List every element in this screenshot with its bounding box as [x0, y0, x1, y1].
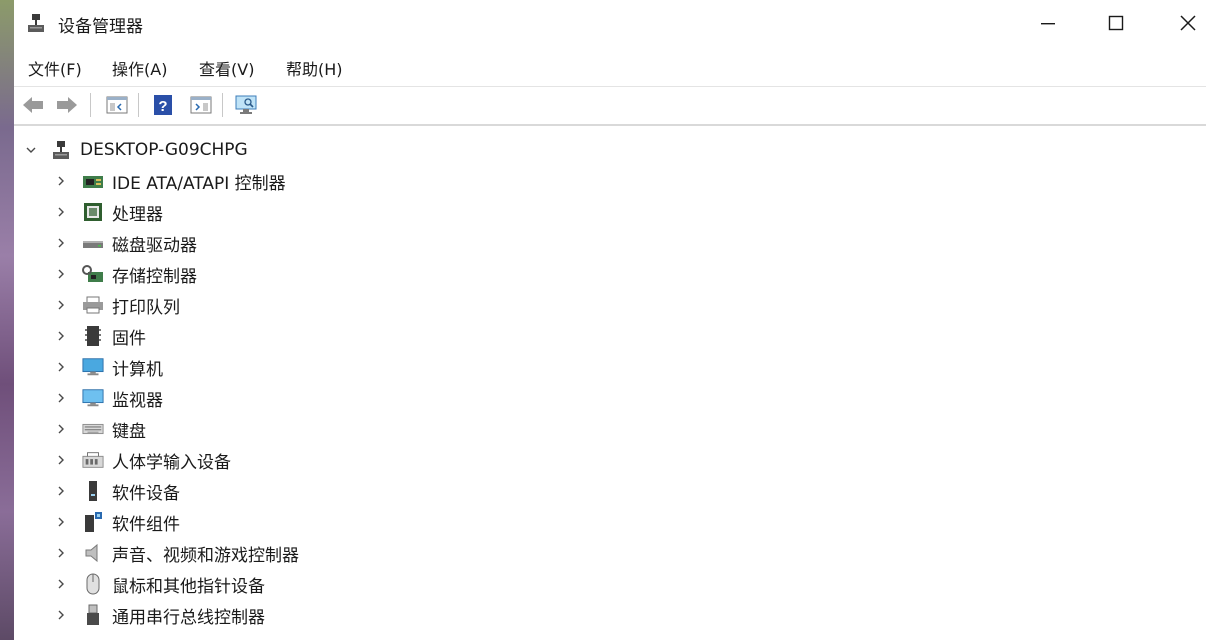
tree-item-label: 打印队列: [112, 297, 180, 318]
hid-icon: [82, 449, 104, 471]
tree-item[interactable]: 鼠标和其他指针设备: [54, 570, 265, 598]
expand-chevron-icon[interactable]: [54, 267, 68, 281]
tree-item-label: 声音、视频和游戏控制器: [112, 545, 299, 566]
forward-icon[interactable]: [54, 92, 80, 118]
tree-item[interactable]: 声音、视频和游戏控制器: [54, 539, 299, 567]
firmware-icon: [82, 325, 104, 347]
expand-chevron-icon[interactable]: [54, 205, 68, 219]
scan-hardware-changes-icon[interactable]: [234, 92, 260, 118]
collapse-chevron-icon[interactable]: [24, 143, 38, 157]
storage-controller-icon: [82, 263, 104, 285]
device-tree: DESKTOP-G09CHPG IDE ATA/ATAPI 控制器 处理器磁盘驱动…: [14, 124, 1206, 640]
tree-item[interactable]: 打印队列: [54, 291, 180, 319]
desktop-wallpaper: [0, 0, 14, 640]
window-title: 设备管理器: [58, 17, 143, 37]
software-component-icon: [82, 511, 104, 533]
device-manager-window: 设备管理器 文件(F) 操作(A) 查看(V) 帮助(H) ? DESKTOP-…: [14, 0, 1206, 640]
menu-view[interactable]: 查看(V): [199, 56, 254, 80]
computer-icon: [82, 356, 104, 378]
tree-item[interactable]: 人体学输入设备: [54, 446, 231, 474]
help-icon[interactable]: ?: [150, 92, 176, 118]
expand-chevron-icon[interactable]: [54, 577, 68, 591]
menu-bar: 文件(F) 操作(A) 查看(V) 帮助(H): [14, 48, 1206, 84]
menu-help[interactable]: 帮助(H): [286, 56, 343, 80]
expand-chevron-icon[interactable]: [54, 484, 68, 498]
tree-item[interactable]: 监视器: [54, 384, 163, 412]
tree-item-label: 鼠标和其他指针设备: [112, 576, 265, 597]
menu-file[interactable]: 文件(F): [28, 56, 82, 80]
print-queue-icon: [82, 294, 104, 316]
tree-item-label: 固件: [112, 328, 146, 349]
show-hide-console-tree-icon[interactable]: [104, 92, 130, 118]
tree-item-label: 软件设备: [112, 483, 180, 504]
usb-icon: [82, 604, 104, 626]
device-manager-app-icon: [26, 13, 46, 33]
expand-chevron-icon[interactable]: [54, 608, 68, 622]
tree-item[interactable]: 计算机: [54, 353, 163, 381]
monitor-icon: [82, 387, 104, 409]
tree-item-label: 处理器: [112, 204, 163, 225]
tree-root-label: DESKTOP-G09CHPG: [80, 140, 248, 160]
mouse-icon: [82, 573, 104, 595]
tree-item-label: 软件组件: [112, 514, 180, 535]
menu-action[interactable]: 操作(A): [112, 56, 167, 80]
expand-chevron-icon[interactable]: [54, 174, 68, 188]
toolbar-separator: [90, 93, 91, 117]
tree-item[interactable]: 固件: [54, 322, 146, 350]
tree-item-label: 磁盘驱动器: [112, 235, 197, 256]
tree-root-node[interactable]: DESKTOP-G09CHPG: [24, 136, 248, 164]
disk-drive-icon: [82, 232, 104, 254]
tree-item[interactable]: 软件组件: [54, 508, 180, 536]
svg-text:?: ?: [158, 98, 167, 115]
software-device-icon: [82, 480, 104, 502]
processor-icon: [82, 201, 104, 223]
computer-host-icon: [50, 139, 72, 161]
tree-item-label: 存储控制器: [112, 266, 197, 287]
minimize-button[interactable]: [1014, 0, 1082, 46]
expand-chevron-icon[interactable]: [54, 391, 68, 405]
tree-item-label: 计算机: [112, 359, 163, 380]
expand-chevron-icon[interactable]: [54, 515, 68, 529]
expand-chevron-icon[interactable]: [54, 329, 68, 343]
tree-item[interactable]: 软件设备: [54, 477, 180, 505]
maximize-button[interactable]: [1082, 0, 1150, 46]
toolbar-separator: [222, 93, 223, 117]
toolbar-separator: [138, 93, 139, 117]
expand-chevron-icon[interactable]: [54, 360, 68, 374]
tree-item-label: 人体学输入设备: [112, 452, 231, 473]
tree-item[interactable]: 通用串行总线控制器: [54, 601, 265, 629]
tree-item[interactable]: 键盘: [54, 415, 146, 443]
tree-item[interactable]: 磁盘驱动器: [54, 229, 197, 257]
show-hide-action-pane-icon[interactable]: [188, 92, 214, 118]
tree-item[interactable]: IDE ATA/ATAPI 控制器: [54, 167, 286, 195]
title-bar[interactable]: 设备管理器: [14, 0, 1206, 46]
toolbar: ?: [14, 86, 1206, 123]
expand-chevron-icon[interactable]: [54, 236, 68, 250]
tree-item[interactable]: 处理器: [54, 198, 163, 226]
tree-item-label: 键盘: [112, 421, 146, 442]
tree-item[interactable]: 存储控制器: [54, 260, 197, 288]
close-button[interactable]: [1154, 0, 1206, 46]
sound-icon: [82, 542, 104, 564]
tree-item-label: IDE ATA/ATAPI 控制器: [112, 173, 286, 194]
ide-controller-icon: [82, 170, 104, 192]
keyboard-icon: [82, 418, 104, 440]
expand-chevron-icon[interactable]: [54, 422, 68, 436]
tree-item-label: 监视器: [112, 390, 163, 411]
tree-item-label: 通用串行总线控制器: [112, 607, 265, 628]
expand-chevron-icon[interactable]: [54, 546, 68, 560]
expand-chevron-icon[interactable]: [54, 298, 68, 312]
back-icon[interactable]: [20, 92, 46, 118]
expand-chevron-icon[interactable]: [54, 453, 68, 467]
